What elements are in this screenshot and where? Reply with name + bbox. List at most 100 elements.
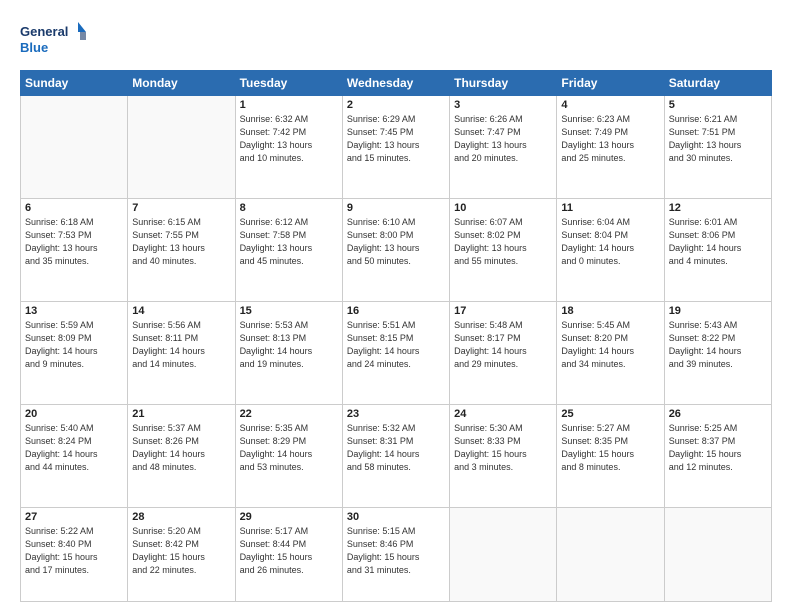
- weekday-header-sunday: Sunday: [21, 71, 128, 96]
- day-number: 6: [25, 202, 123, 214]
- day-info: Sunrise: 5:45 AM Sunset: 8:20 PM Dayligh…: [561, 319, 659, 371]
- calendar-cell: [450, 508, 557, 602]
- day-number: 28: [132, 511, 230, 523]
- logo: General Blue: [20, 18, 90, 62]
- day-info: Sunrise: 5:43 AM Sunset: 8:22 PM Dayligh…: [669, 319, 767, 371]
- calendar-cell: 20 Sunrise: 5:40 AM Sunset: 8:24 PM Dayli…: [21, 405, 128, 508]
- day-info: Sunrise: 5:48 AM Sunset: 8:17 PM Dayligh…: [454, 319, 552, 371]
- day-info: Sunrise: 6:10 AM Sunset: 8:00 PM Dayligh…: [347, 216, 445, 268]
- calendar-cell: 27Sunrise: 5:22 AM Sunset: 8:40 PM Dayli…: [21, 508, 128, 602]
- calendar-cell: [21, 96, 128, 199]
- calendar-cell: 11 Sunrise: 6:04 AM Sunset: 8:04 PM Dayli…: [557, 199, 664, 302]
- weekday-header-thursday: Thursday: [450, 71, 557, 96]
- day-number: 8: [240, 202, 338, 214]
- calendar-cell: 2 Sunrise: 6:29 AM Sunset: 7:45 PM Daylig…: [342, 96, 449, 199]
- calendar-cell: 4Sunrise: 6:23 AM Sunset: 7:49 PM Daylig…: [557, 96, 664, 199]
- calendar-cell: 29 Sunrise: 5:17 AM Sunset: 8:44 PM Dayli…: [235, 508, 342, 602]
- day-number: 22: [240, 408, 338, 420]
- calendar-cell: 10Sunrise: 6:07 AM Sunset: 8:02 PM Dayli…: [450, 199, 557, 302]
- day-info: Sunrise: 5:53 AM Sunset: 8:13 PM Dayligh…: [240, 319, 338, 371]
- day-info: Sunrise: 6:29 AM Sunset: 7:45 PM Dayligh…: [347, 113, 445, 165]
- day-info: Sunrise: 5:17 AM Sunset: 8:44 PM Dayligh…: [240, 525, 338, 577]
- week-row-1: 1Sunrise: 6:32 AM Sunset: 7:42 PM Daylig…: [21, 96, 772, 199]
- day-info: Sunrise: 6:26 AM Sunset: 7:47 PM Dayligh…: [454, 113, 552, 165]
- generalblue-logo: General Blue: [20, 18, 90, 62]
- week-row-2: 6 Sunrise: 6:18 AM Sunset: 7:53 PM Daylig…: [21, 199, 772, 302]
- week-row-4: 20 Sunrise: 5:40 AM Sunset: 8:24 PM Dayli…: [21, 405, 772, 508]
- page: General Blue SundayMondayTuesdayWednesda…: [0, 0, 792, 612]
- day-info: Sunrise: 5:40 AM Sunset: 8:24 PM Dayligh…: [25, 422, 123, 474]
- day-number: 21: [132, 408, 230, 420]
- calendar-cell: 14Sunrise: 5:56 AM Sunset: 8:11 PM Dayli…: [128, 302, 235, 405]
- calendar-cell: 26Sunrise: 5:25 AM Sunset: 8:37 PM Dayli…: [664, 405, 771, 508]
- day-number: 17: [454, 305, 552, 317]
- calendar-cell: [557, 508, 664, 602]
- day-number: 18: [561, 305, 659, 317]
- calendar-cell: 9 Sunrise: 6:10 AM Sunset: 8:00 PM Daylig…: [342, 199, 449, 302]
- day-number: 3: [454, 99, 552, 111]
- day-number: 30: [347, 511, 445, 523]
- day-info: Sunrise: 5:30 AM Sunset: 8:33 PM Dayligh…: [454, 422, 552, 474]
- calendar-cell: 21 Sunrise: 5:37 AM Sunset: 8:26 PM Dayli…: [128, 405, 235, 508]
- day-info: Sunrise: 6:12 AM Sunset: 7:58 PM Dayligh…: [240, 216, 338, 268]
- day-info: Sunrise: 6:21 AM Sunset: 7:51 PM Dayligh…: [669, 113, 767, 165]
- calendar-cell: 7 Sunrise: 6:15 AM Sunset: 7:55 PM Daylig…: [128, 199, 235, 302]
- week-row-3: 13Sunrise: 5:59 AM Sunset: 8:09 PM Dayli…: [21, 302, 772, 405]
- calendar-cell: 1Sunrise: 6:32 AM Sunset: 7:42 PM Daylig…: [235, 96, 342, 199]
- weekday-header-saturday: Saturday: [664, 71, 771, 96]
- weekday-header-monday: Monday: [128, 71, 235, 96]
- day-number: 14: [132, 305, 230, 317]
- calendar-cell: 23Sunrise: 5:32 AM Sunset: 8:31 PM Dayli…: [342, 405, 449, 508]
- weekday-header-friday: Friday: [557, 71, 664, 96]
- day-number: 23: [347, 408, 445, 420]
- day-number: 29: [240, 511, 338, 523]
- calendar-cell: 8 Sunrise: 6:12 AM Sunset: 7:58 PM Daylig…: [235, 199, 342, 302]
- weekday-header-wednesday: Wednesday: [342, 71, 449, 96]
- calendar-cell: 16Sunrise: 5:51 AM Sunset: 8:15 PM Dayli…: [342, 302, 449, 405]
- calendar-cell: 3 Sunrise: 6:26 AM Sunset: 7:47 PM Daylig…: [450, 96, 557, 199]
- weekday-header-row: SundayMondayTuesdayWednesdayThursdayFrid…: [21, 71, 772, 96]
- day-number: 25: [561, 408, 659, 420]
- day-info: Sunrise: 6:01 AM Sunset: 8:06 PM Dayligh…: [669, 216, 767, 268]
- calendar-cell: 19 Sunrise: 5:43 AM Sunset: 8:22 PM Dayli…: [664, 302, 771, 405]
- day-info: Sunrise: 6:04 AM Sunset: 8:04 PM Dayligh…: [561, 216, 659, 268]
- day-info: Sunrise: 5:27 AM Sunset: 8:35 PM Dayligh…: [561, 422, 659, 474]
- week-row-5: 27Sunrise: 5:22 AM Sunset: 8:40 PM Dayli…: [21, 508, 772, 602]
- day-info: Sunrise: 5:37 AM Sunset: 8:26 PM Dayligh…: [132, 422, 230, 474]
- day-number: 10: [454, 202, 552, 214]
- day-number: 1: [240, 99, 338, 111]
- day-number: 9: [347, 202, 445, 214]
- day-info: Sunrise: 5:35 AM Sunset: 8:29 PM Dayligh…: [240, 422, 338, 474]
- day-info: Sunrise: 5:22 AM Sunset: 8:40 PM Dayligh…: [25, 525, 123, 577]
- day-number: 19: [669, 305, 767, 317]
- day-info: Sunrise: 6:18 AM Sunset: 7:53 PM Dayligh…: [25, 216, 123, 268]
- calendar-cell: [664, 508, 771, 602]
- calendar-cell: 13Sunrise: 5:59 AM Sunset: 8:09 PM Dayli…: [21, 302, 128, 405]
- day-number: 20: [25, 408, 123, 420]
- calendar-cell: 24 Sunrise: 5:30 AM Sunset: 8:33 PM Dayli…: [450, 405, 557, 508]
- day-number: 11: [561, 202, 659, 214]
- calendar-cell: 22 Sunrise: 5:35 AM Sunset: 8:29 PM Dayli…: [235, 405, 342, 508]
- calendar-cell: 6 Sunrise: 6:18 AM Sunset: 7:53 PM Daylig…: [21, 199, 128, 302]
- day-info: Sunrise: 5:15 AM Sunset: 8:46 PM Dayligh…: [347, 525, 445, 577]
- day-number: 5: [669, 99, 767, 111]
- calendar-cell: 5 Sunrise: 6:21 AM Sunset: 7:51 PM Daylig…: [664, 96, 771, 199]
- calendar-cell: 30 Sunrise: 5:15 AM Sunset: 8:46 PM Dayli…: [342, 508, 449, 602]
- svg-text:Blue: Blue: [20, 40, 48, 55]
- day-number: 2: [347, 99, 445, 111]
- calendar-cell: 18 Sunrise: 5:45 AM Sunset: 8:20 PM Dayli…: [557, 302, 664, 405]
- calendar-cell: 17 Sunrise: 5:48 AM Sunset: 8:17 PM Dayli…: [450, 302, 557, 405]
- calendar-cell: [128, 96, 235, 199]
- day-info: Sunrise: 5:20 AM Sunset: 8:42 PM Dayligh…: [132, 525, 230, 577]
- day-number: 7: [132, 202, 230, 214]
- day-number: 4: [561, 99, 659, 111]
- svg-text:General: General: [20, 24, 68, 39]
- calendar-cell: 25 Sunrise: 5:27 AM Sunset: 8:35 PM Dayli…: [557, 405, 664, 508]
- calendar-cell: 12Sunrise: 6:01 AM Sunset: 8:06 PM Dayli…: [664, 199, 771, 302]
- day-number: 15: [240, 305, 338, 317]
- day-number: 24: [454, 408, 552, 420]
- day-info: Sunrise: 6:15 AM Sunset: 7:55 PM Dayligh…: [132, 216, 230, 268]
- day-info: Sunrise: 5:25 AM Sunset: 8:37 PM Dayligh…: [669, 422, 767, 474]
- header: General Blue: [20, 18, 772, 62]
- weekday-header-tuesday: Tuesday: [235, 71, 342, 96]
